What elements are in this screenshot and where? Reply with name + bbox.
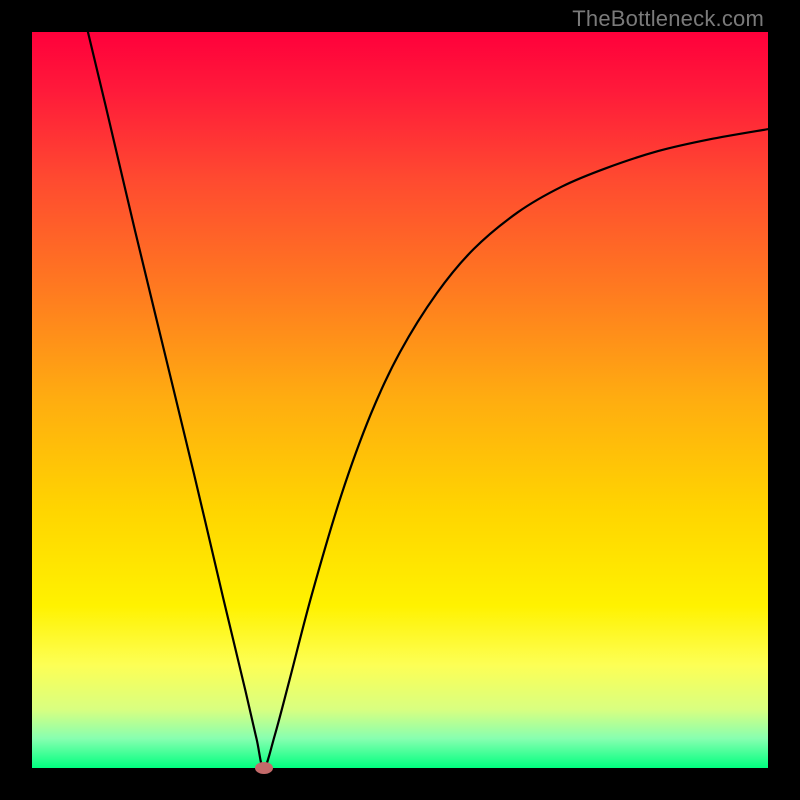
chart-background bbox=[32, 32, 768, 768]
watermark-text: TheBottleneck.com bbox=[572, 6, 764, 32]
chart-frame bbox=[32, 32, 768, 768]
minimum-marker bbox=[255, 762, 273, 774]
chart-svg bbox=[32, 32, 768, 768]
